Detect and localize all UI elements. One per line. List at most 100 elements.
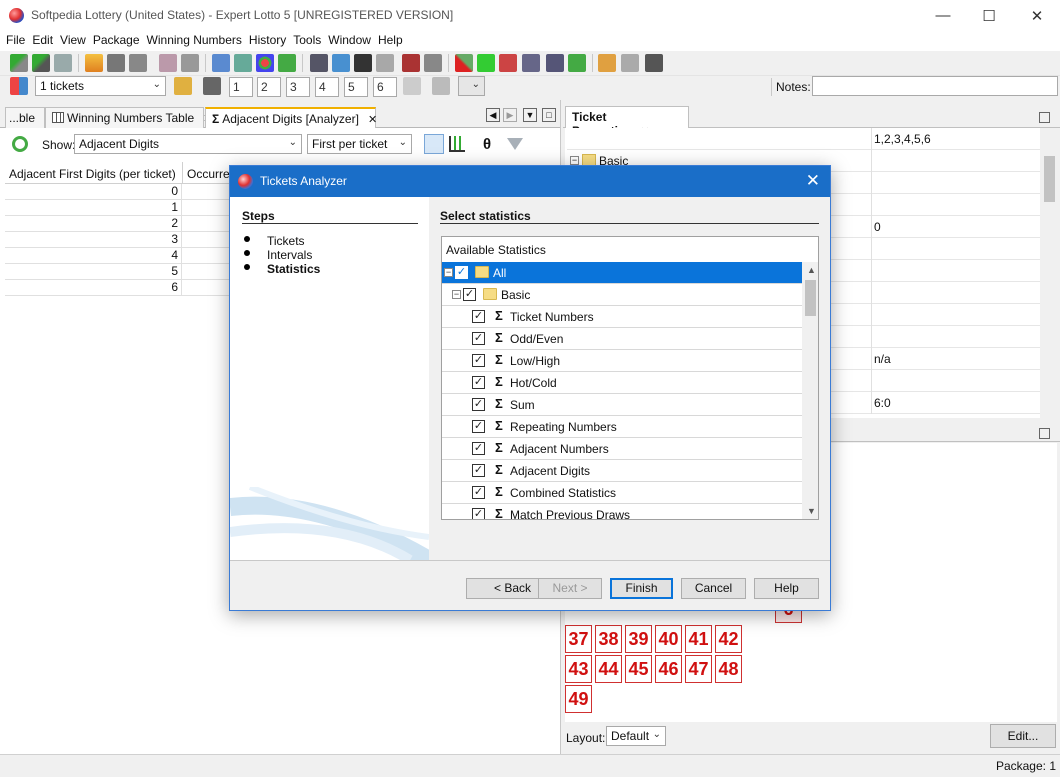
save-all-icon[interactable] — [129, 54, 147, 72]
dialog-close-icon[interactable]: ✕ — [806, 171, 820, 191]
expander-icon[interactable]: − — [452, 290, 461, 299]
minimize-panel-icon[interactable] — [1039, 428, 1050, 439]
checkbox[interactable]: ✓ — [472, 464, 485, 477]
minimize-panel-icon[interactable] — [1039, 112, 1050, 123]
delete-icon[interactable] — [455, 54, 473, 72]
menu-edit[interactable]: Edit — [31, 31, 57, 51]
number-cell[interactable]: 46 — [655, 655, 682, 683]
open-icon[interactable] — [85, 54, 103, 72]
tab-adjacent-digits[interactable]: Σ Adjacent Digits [Analyzer] ✕ — [205, 107, 377, 128]
checkbox[interactable]: ✓ — [472, 508, 485, 519]
properties-scrollbar[interactable] — [1040, 128, 1057, 418]
notes-input[interactable] — [812, 76, 1058, 96]
scroll-down-icon[interactable]: ▼ — [807, 506, 816, 516]
number-cell[interactable]: 41 — [685, 625, 712, 653]
filter-icon[interactable] — [332, 54, 350, 72]
statistic-item[interactable]: ✓ Σ Combined Statistics — [442, 482, 802, 504]
close-icon[interactable]: ✕ — [368, 114, 377, 126]
number-box-4[interactable]: 4 — [315, 77, 339, 97]
statistic-item[interactable]: − ✓ All — [442, 262, 802, 284]
number-box-5[interactable]: 5 — [344, 77, 368, 97]
statistic-item[interactable]: ✓ Σ Match Previous Draws — [442, 504, 802, 519]
tab-table[interactable]: ...ble — [5, 107, 45, 128]
menu-help[interactable]: Help — [377, 31, 407, 51]
tab-winning-numbers[interactable]: Winning Numbers Table✕ — [45, 107, 212, 128]
undo-icon[interactable] — [598, 54, 616, 72]
merge-icon[interactable] — [546, 54, 564, 72]
statistic-item[interactable]: − ✓ Basic — [442, 284, 802, 306]
statistic-item[interactable]: ✓ Σ Ticket Numbers — [442, 306, 802, 328]
checkbox[interactable]: ✓ — [472, 310, 485, 323]
chart-view-icon[interactable] — [449, 136, 465, 152]
checkbox[interactable]: ✓ — [472, 398, 485, 411]
expander-icon[interactable]: − — [444, 268, 453, 277]
edit-button[interactable]: Edit... — [990, 724, 1056, 748]
ticket-icon[interactable] — [212, 54, 230, 72]
tab-left-icon[interactable]: ◀ — [486, 108, 500, 122]
menu-window[interactable]: Window — [327, 31, 375, 51]
eraser-icon[interactable] — [402, 54, 420, 72]
maximize-button[interactable]: ☐ — [966, 0, 1012, 31]
number-box-6[interactable]: 6 — [373, 77, 397, 97]
checkbox[interactable]: ✓ — [472, 420, 485, 433]
split-icon[interactable] — [499, 54, 517, 72]
scroll-up-icon[interactable]: ▲ — [807, 265, 816, 275]
number-cell[interactable]: 38 — [595, 625, 622, 653]
number-cell[interactable]: 44 — [595, 655, 622, 683]
money-icon[interactable] — [376, 54, 394, 72]
statistic-item[interactable]: ✓ Σ Repeating Numbers — [442, 416, 802, 438]
statistic-item[interactable]: ✓ Σ Adjacent Numbers — [442, 438, 802, 460]
dots-icon[interactable] — [256, 54, 274, 72]
scroll-thumb[interactable] — [805, 280, 816, 316]
numbers-icon[interactable] — [477, 54, 495, 72]
menu-winning-numbers[interactable]: Winning Numbers — [146, 31, 246, 51]
number-cell[interactable]: 48 — [715, 655, 742, 683]
checkbox[interactable]: ✓ — [472, 442, 485, 455]
statistic-item[interactable]: ✓ Σ Odd/Even — [442, 328, 802, 350]
number-cell[interactable]: 43 — [565, 655, 592, 683]
tickets-combo[interactable]: 1 tickets ⌄ — [35, 76, 166, 96]
help-icon[interactable] — [203, 77, 221, 95]
swap-icon[interactable] — [522, 54, 540, 72]
checkbox[interactable]: ✓ — [463, 288, 476, 301]
grid-icon[interactable] — [234, 54, 252, 72]
finish-button[interactable]: Finish — [610, 578, 673, 599]
number-box-1[interactable]: 1 — [229, 77, 253, 97]
maximize-panel-icon[interactable]: □ — [542, 108, 556, 122]
menu-tools[interactable]: Tools — [292, 31, 325, 51]
refresh-icon[interactable] — [12, 136, 28, 152]
tab-ticket-properties[interactable]: Ticket Properties✕ — [565, 106, 689, 138]
statistic-item[interactable]: ✓ Σ Sum — [442, 394, 802, 416]
disk-icon[interactable] — [310, 54, 328, 72]
close-button[interactable]: ✕ — [1014, 0, 1060, 31]
number-cell[interactable]: 37 — [565, 625, 592, 653]
mode-combo[interactable]: First per ticket ⌄ — [307, 134, 412, 154]
layout-combo[interactable]: Default ⌄ — [606, 726, 666, 746]
checkbox[interactable]: ✓ — [472, 486, 485, 499]
palette-icon[interactable] — [10, 77, 28, 95]
property-row[interactable]: 1,2,3,4,5,6 — [567, 128, 1040, 150]
number-cell[interactable]: 40 — [655, 625, 682, 653]
number-box-3[interactable]: 3 — [286, 77, 310, 97]
printer-icon[interactable] — [424, 54, 442, 72]
expander-icon[interactable]: − — [570, 156, 579, 165]
menu-history[interactable]: History — [248, 31, 290, 51]
menu-view[interactable]: View — [59, 31, 90, 51]
checkbox[interactable]: ✓ — [472, 332, 485, 345]
checkbox[interactable]: ✓ — [472, 376, 485, 389]
menu-package[interactable]: Package — [92, 31, 144, 51]
trash-icon[interactable] — [645, 54, 663, 72]
checkbox[interactable]: ✓ — [472, 354, 485, 367]
checkbox[interactable]: ✓ — [455, 266, 468, 279]
statistic-item[interactable]: ✓ Σ Hot/Cold — [442, 372, 802, 394]
menu-file[interactable]: File — [5, 31, 29, 51]
statistic-item[interactable]: ✓ Σ Low/High — [442, 350, 802, 372]
sigma-add-icon[interactable] — [32, 54, 50, 72]
next-button[interactable]: Next > — [538, 578, 602, 599]
number-cell[interactable]: 45 — [625, 655, 652, 683]
number-cell[interactable]: 42 — [715, 625, 742, 653]
save-icon[interactable] — [107, 54, 125, 72]
list-scrollbar[interactable]: ▲ ▼ — [802, 262, 818, 519]
number-cell[interactable]: 39 — [625, 625, 652, 653]
wizard-icon[interactable] — [54, 54, 72, 72]
